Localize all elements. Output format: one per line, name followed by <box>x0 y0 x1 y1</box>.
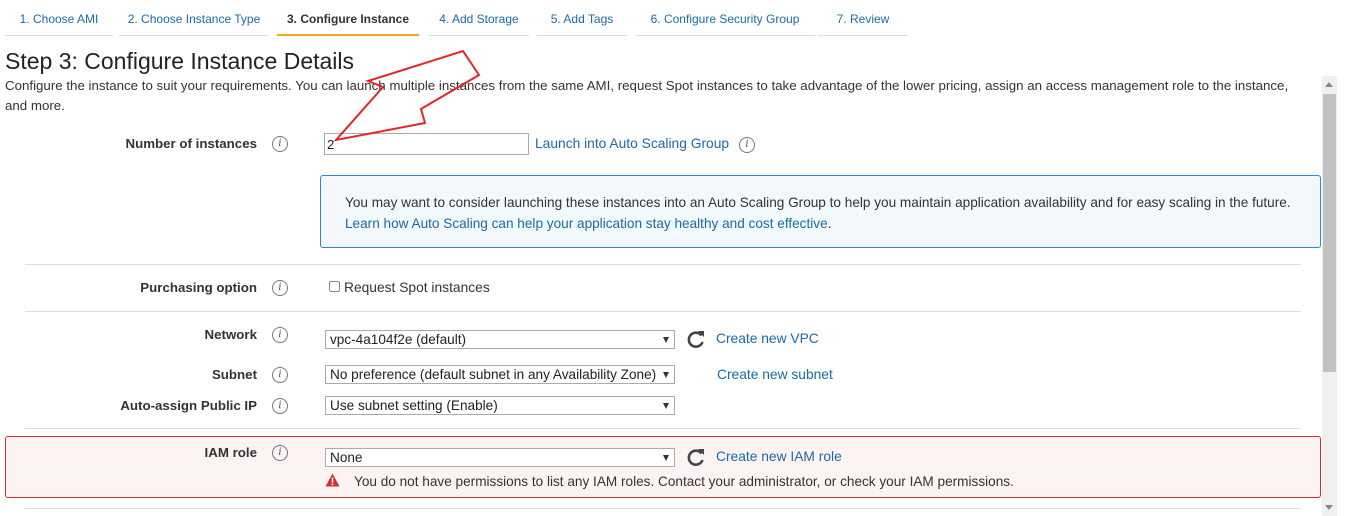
create-new-vpc-link[interactable]: Create new VPC <box>716 331 819 346</box>
callout-suffix: . <box>827 216 832 231</box>
info-icon[interactable]: i <box>272 136 288 152</box>
auto-assign-public-ip-select[interactable]: Use subnet setting (Enable) <box>325 396 675 415</box>
tab-configure-security-group[interactable]: 6. Configure Security Group <box>635 0 815 36</box>
launch-into-asg-link[interactable]: Launch into Auto Scaling Group <box>535 136 729 151</box>
divider <box>25 508 1301 509</box>
callout-text: You may want to consider launching these… <box>345 195 1291 210</box>
chevron-down-icon <box>663 403 669 409</box>
iam-role-label: IAM role <box>204 445 257 460</box>
iam-role-selected-value: None <box>330 450 363 465</box>
refresh-icon[interactable] <box>686 447 706 467</box>
info-icon[interactable]: i <box>272 327 288 343</box>
page-intro: Configure the instance to suit your requ… <box>5 78 1289 113</box>
scroll-down-arrow-icon[interactable] <box>1325 505 1333 510</box>
auto-assign-public-ip-label: Auto-assign Public IP <box>120 398 257 413</box>
create-new-iam-role-link[interactable]: Create new IAM role <box>716 449 842 464</box>
tab-add-tags[interactable]: 5. Add Tags <box>537 0 627 36</box>
divider <box>25 311 1301 312</box>
info-icon[interactable]: i <box>272 280 288 296</box>
public-ip-selected-value: Use subnet setting (Enable) <box>330 398 498 413</box>
warning-triangle-icon <box>325 473 340 487</box>
chevron-down-icon <box>663 372 669 378</box>
scroll-up-arrow-icon[interactable] <box>1325 82 1333 87</box>
iam-role-error-message: You do not have permissions to list any … <box>354 474 1014 489</box>
info-icon[interactable]: i <box>272 367 288 383</box>
scrollbar-thumb[interactable] <box>1323 94 1336 372</box>
info-icon[interactable]: i <box>739 137 755 153</box>
tab-choose-ami[interactable]: 1. Choose AMI <box>5 0 113 36</box>
subnet-label: Subnet <box>211 367 257 382</box>
request-spot-checkbox[interactable] <box>329 281 340 292</box>
tab-review[interactable]: 7. Review <box>818 0 908 36</box>
network-select[interactable]: vpc-4a104f2e (default) <box>325 330 675 349</box>
auto-scaling-callout: You may want to consider launching these… <box>320 175 1321 248</box>
auto-scaling-learn-more-link[interactable]: Learn how Auto Scaling can help your app… <box>345 216 828 231</box>
subnet-select[interactable]: No preference (default subnet in any Ava… <box>325 365 675 384</box>
divider <box>25 428 1301 429</box>
divider <box>25 264 1301 265</box>
info-icon[interactable]: i <box>272 398 288 414</box>
tab-choose-instance-type[interactable]: 2. Choose Instance Type <box>119 0 269 36</box>
page-title: Step 3: Configure Instance Details <box>5 48 355 74</box>
chevron-down-icon <box>663 455 669 461</box>
create-new-subnet-link[interactable]: Create new subnet <box>717 367 833 382</box>
request-spot-label[interactable]: Request Spot instances <box>344 280 490 295</box>
number-of-instances-label: Number of instances <box>125 136 257 151</box>
purchasing-option-label: Purchasing option <box>140 280 257 295</box>
iam-role-select[interactable]: None <box>325 448 675 467</box>
network-label: Network <box>204 327 257 342</box>
vertical-scrollbar[interactable] <box>1322 76 1337 516</box>
tab-add-storage[interactable]: 4. Add Storage <box>429 0 529 36</box>
tab-configure-instance[interactable]: 3. Configure Instance <box>277 0 419 36</box>
chevron-down-icon <box>663 337 669 343</box>
subnet-selected-value: No preference (default subnet in any Ava… <box>330 367 657 382</box>
refresh-icon[interactable] <box>686 329 706 349</box>
number-of-instances-input[interactable] <box>324 133 529 155</box>
network-selected-value: vpc-4a104f2e (default) <box>330 332 467 347</box>
info-icon[interactable]: i <box>272 445 288 461</box>
